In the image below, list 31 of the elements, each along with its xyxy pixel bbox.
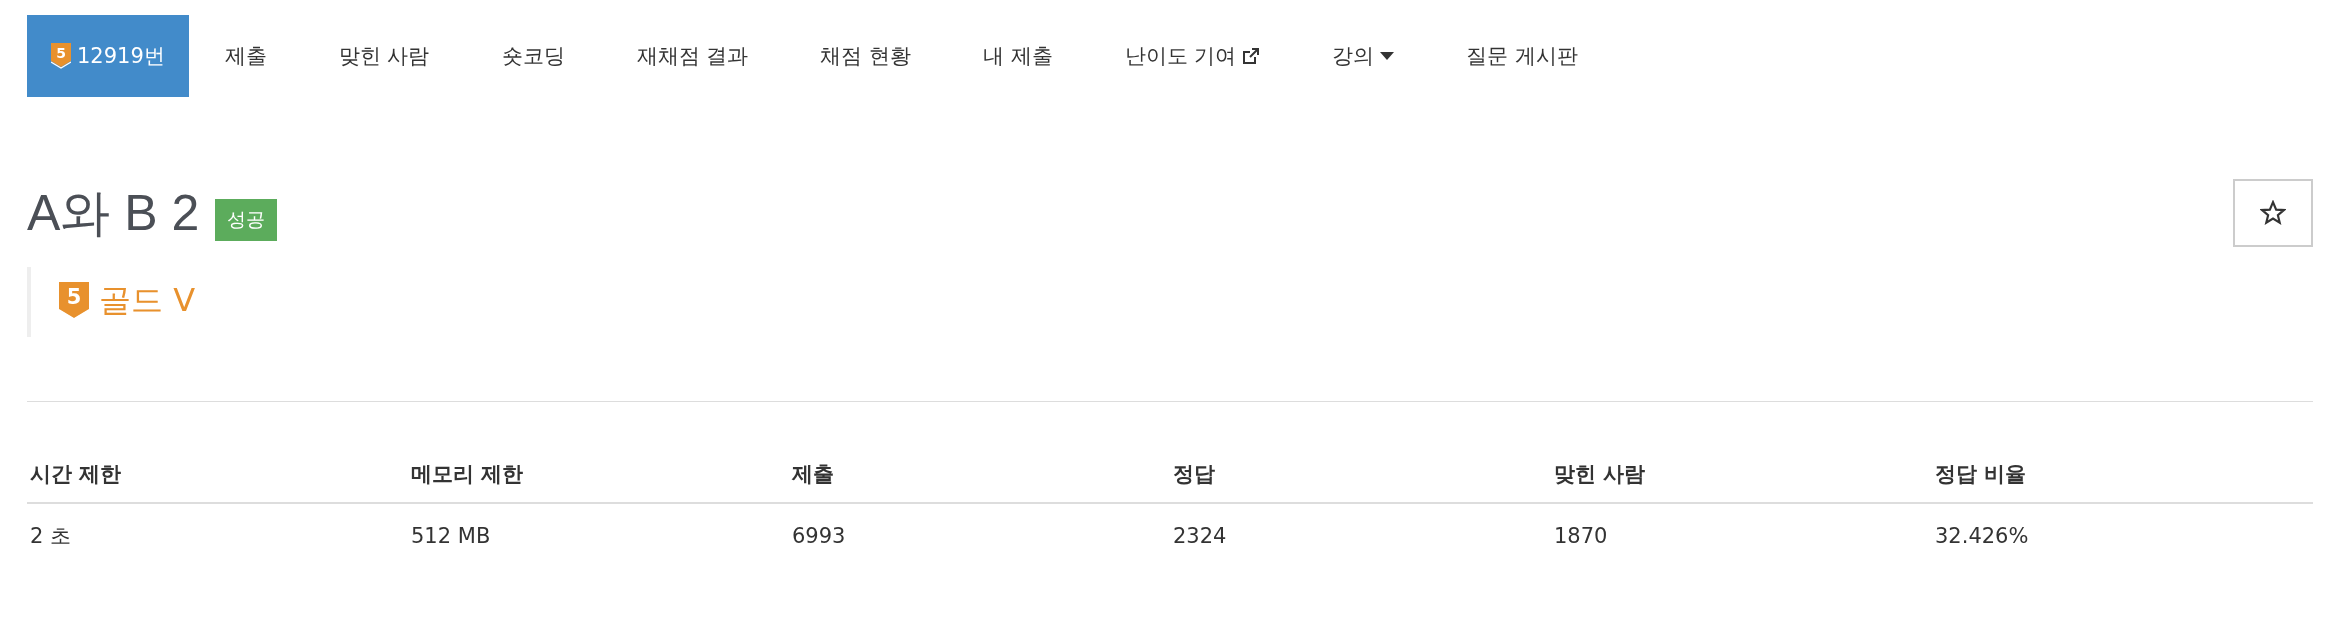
star-button[interactable] (2233, 179, 2313, 247)
external-link-icon (1242, 47, 1261, 65)
nav-tab[interactable]: 숏코딩 (465, 15, 601, 97)
column-header: 정답 비율 (1932, 446, 2313, 503)
caret-icon (1380, 52, 1395, 60)
status-label: 성공 (215, 199, 278, 241)
column-header: 정답 (1170, 446, 1551, 503)
table-cell: 32.426% (1932, 503, 2313, 568)
nav-tab[interactable]: 맞힌 사람 (302, 15, 466, 97)
problem-title: A와 B 2 (27, 183, 200, 243)
table-cell: 2324 (1170, 503, 1551, 568)
nav-tab[interactable]: 재채점 결과 (600, 15, 785, 97)
column-header: 시간 제한 (27, 446, 408, 503)
tier-badge-icon: 5 (51, 43, 71, 69)
nav-tab[interactable]: 제출 (188, 15, 303, 97)
table-cell: 6993 (789, 503, 1170, 568)
nav-tab[interactable]: 내 제출 (946, 15, 1089, 97)
tier-name: 골드 V (99, 280, 196, 321)
nav-tab[interactable]: 질문 게시판 (1430, 15, 1614, 97)
tier-badge-icon: 5 (59, 281, 89, 321)
table-cell: 2 초 (27, 503, 408, 568)
table-cell: 1870 (1551, 503, 1932, 568)
star-icon (2260, 200, 2286, 226)
table-cell: 512 MB (408, 503, 789, 568)
column-header: 메모리 제한 (408, 446, 789, 503)
column-header: 맞힌 사람 (1551, 446, 1932, 503)
nav-tab[interactable]: 난이도 기여 (1088, 15, 1297, 97)
nav-tab[interactable]: 5 12919번 (27, 15, 189, 97)
nav-tab[interactable]: 강의 (1296, 15, 1431, 97)
nav-tab[interactable]: 채점 현황 (784, 15, 947, 97)
column-header: 제출 (789, 446, 1170, 503)
